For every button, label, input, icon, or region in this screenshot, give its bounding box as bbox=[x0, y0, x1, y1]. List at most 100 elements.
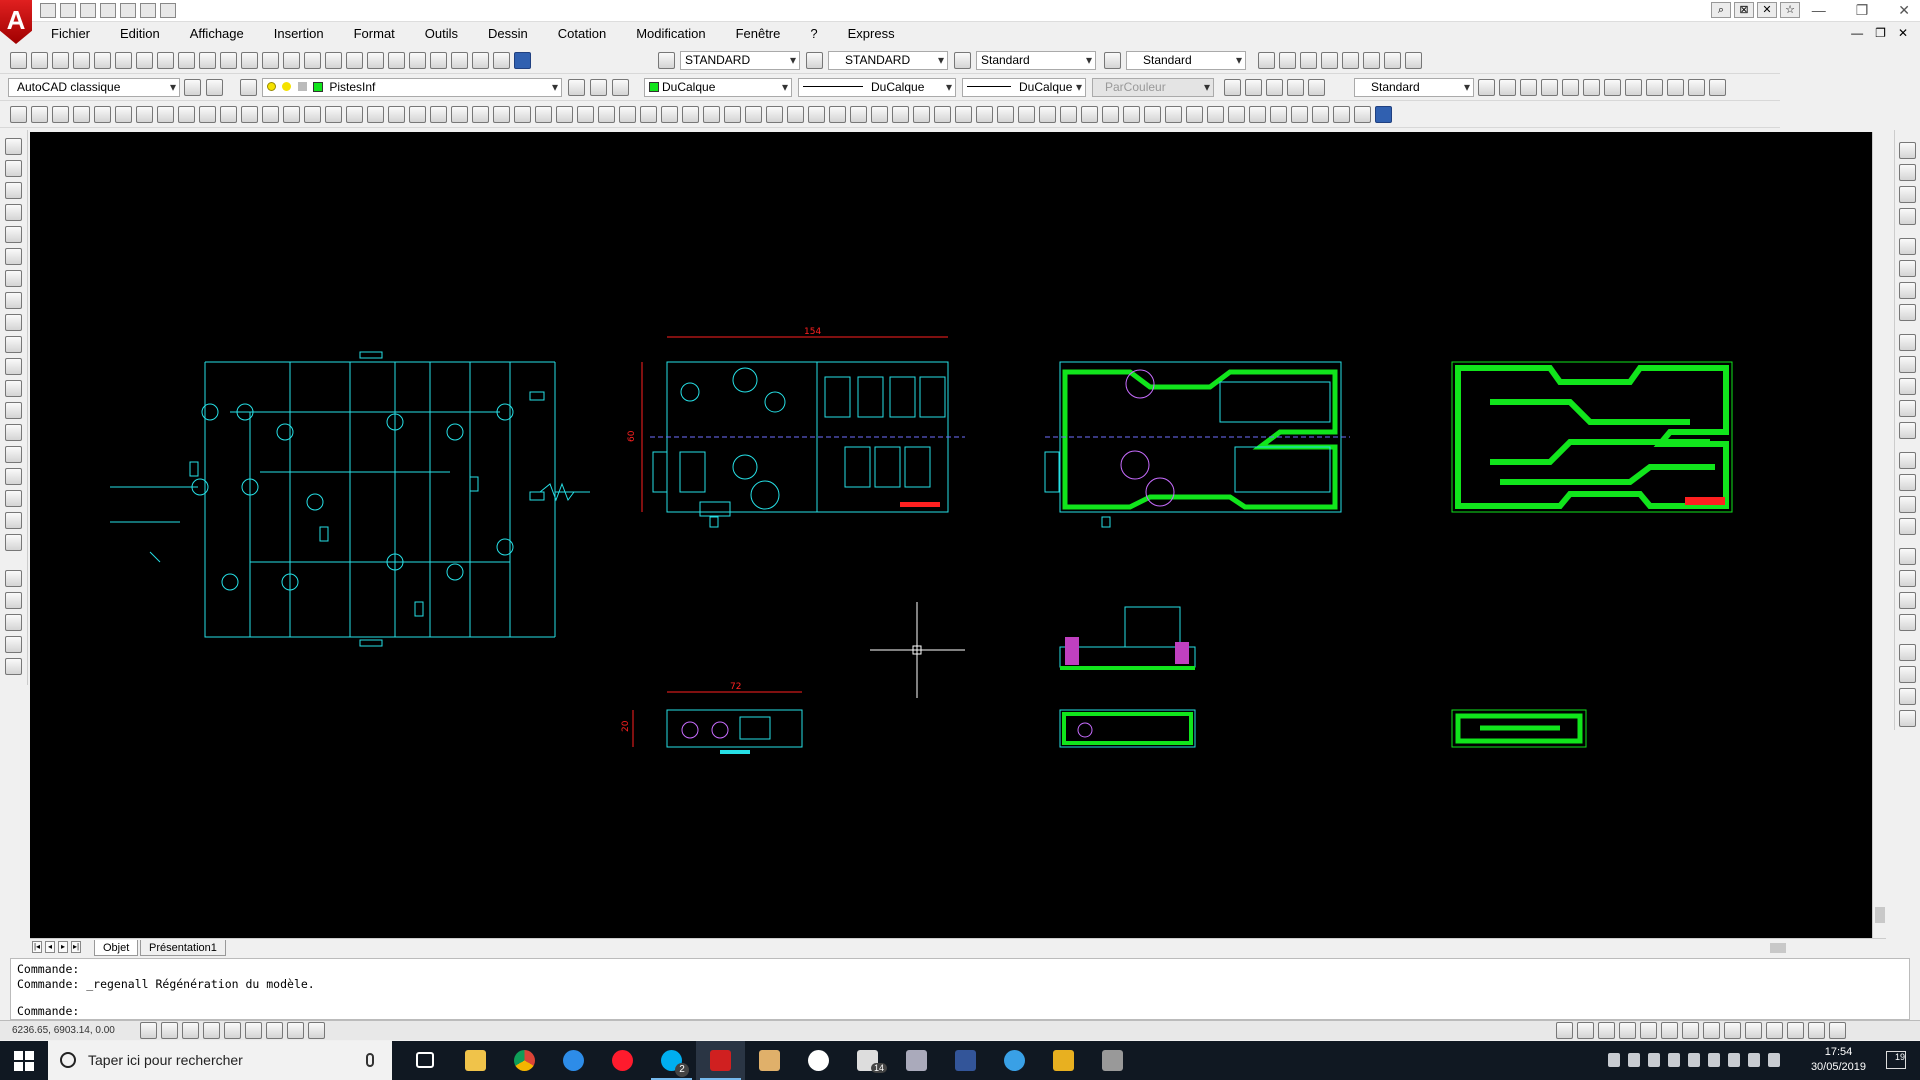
boundary-icon[interactable] bbox=[1312, 106, 1329, 123]
quick-view-icon[interactable] bbox=[1577, 1022, 1594, 1039]
zoom-window-icon[interactable] bbox=[346, 52, 363, 69]
redo-icon[interactable] bbox=[160, 3, 176, 18]
v-table-icon[interactable] bbox=[5, 512, 22, 529]
tray-app-icon[interactable] bbox=[1688, 1053, 1700, 1067]
restore-icon[interactable]: ❐ bbox=[1856, 2, 1869, 19]
table-icon[interactable] bbox=[1354, 106, 1371, 123]
cut-icon[interactable] bbox=[157, 52, 174, 69]
zoom-object-icon[interactable] bbox=[1144, 106, 1161, 123]
autocad-button[interactable] bbox=[696, 1041, 745, 1080]
v-polyline-icon[interactable] bbox=[5, 182, 22, 199]
radius-icon[interactable] bbox=[1245, 79, 1262, 96]
v-layer-2-icon[interactable] bbox=[5, 592, 22, 609]
text-icon[interactable] bbox=[703, 106, 720, 123]
minimize-icon[interactable]: — bbox=[1812, 2, 1826, 19]
convert-space-icon[interactable] bbox=[871, 106, 888, 123]
r-break-icon[interactable] bbox=[1899, 422, 1916, 439]
tab-presentation1[interactable]: Présentation1 bbox=[140, 940, 226, 956]
horizontal-scrollbar[interactable] bbox=[1280, 941, 1886, 955]
tool-palettes-icon[interactable] bbox=[430, 52, 447, 69]
menu-item-outils[interactable]: Outils bbox=[410, 24, 473, 44]
undo-tool-icon[interactable] bbox=[262, 52, 279, 69]
dim-arc-icon[interactable] bbox=[934, 106, 951, 123]
dim-angular-icon[interactable] bbox=[1039, 106, 1056, 123]
menu-item-edition[interactable]: Edition bbox=[105, 24, 175, 44]
r-dim-style-icon[interactable] bbox=[1899, 614, 1916, 631]
horizontal-scroll-thumb[interactable] bbox=[1770, 943, 1786, 953]
stretch-icon[interactable] bbox=[535, 106, 552, 123]
r-radius-icon[interactable] bbox=[1899, 238, 1916, 255]
dim-ordinate-icon[interactable] bbox=[955, 106, 972, 123]
style-manager-icon[interactable] bbox=[1478, 79, 1495, 96]
snap-none-icon[interactable] bbox=[325, 106, 342, 123]
region-icon[interactable] bbox=[1333, 106, 1350, 123]
feather-app-button[interactable] bbox=[794, 1041, 843, 1080]
v-ellipse-arc-icon[interactable] bbox=[5, 358, 22, 375]
menu-item-affichage[interactable]: Affichage bbox=[175, 24, 259, 44]
workspace-switch-icon[interactable] bbox=[1745, 1022, 1762, 1039]
scale-text-icon[interactable] bbox=[829, 106, 846, 123]
render-3-icon[interactable] bbox=[1541, 79, 1558, 96]
break-icon[interactable] bbox=[136, 106, 153, 123]
firefox-tray-icon[interactable] bbox=[1708, 1053, 1720, 1067]
fly-icon[interactable] bbox=[1667, 79, 1684, 96]
game-app-button[interactable] bbox=[892, 1041, 941, 1080]
vertical-scrollbar[interactable] bbox=[1872, 132, 1886, 938]
r-layout-3-icon[interactable] bbox=[1899, 688, 1916, 705]
visual-style-select[interactable]: Standard bbox=[1354, 78, 1474, 97]
model-icon[interactable] bbox=[1556, 1022, 1573, 1039]
v-xline-icon[interactable] bbox=[5, 160, 22, 177]
exchange-icon[interactable]: ✕ bbox=[1757, 2, 1777, 18]
battery-icon[interactable] bbox=[1728, 1053, 1740, 1067]
rotate-icon[interactable] bbox=[493, 106, 510, 123]
snap-parallel-icon[interactable] bbox=[241, 106, 258, 123]
properties-icon[interactable] bbox=[388, 52, 405, 69]
r-quick-icon[interactable] bbox=[1899, 334, 1916, 351]
menu-item-fichier[interactable]: Fichier bbox=[36, 24, 105, 44]
v-layer-5-icon[interactable] bbox=[5, 658, 22, 675]
task-view-button[interactable] bbox=[402, 1041, 451, 1080]
bluetooth-icon[interactable] bbox=[1648, 1053, 1660, 1067]
r-jogged-icon[interactable] bbox=[1899, 260, 1916, 277]
dim-radius-icon[interactable] bbox=[976, 106, 993, 123]
drawing-minimize-icon[interactable]: — bbox=[1851, 26, 1863, 40]
offset-icon[interactable] bbox=[430, 106, 447, 123]
skype-button[interactable]: 2 bbox=[647, 1041, 696, 1080]
tool-app-button[interactable] bbox=[1039, 1041, 1088, 1080]
layout-5-icon[interactable] bbox=[1405, 52, 1422, 69]
isolate-icon[interactable] bbox=[1808, 1022, 1825, 1039]
infocenter-icon[interactable]: ⊠ bbox=[1734, 2, 1754, 18]
new-icon[interactable] bbox=[40, 3, 56, 18]
zoom-realtime-icon[interactable] bbox=[325, 52, 342, 69]
favorites-icon[interactable]: ☆ bbox=[1780, 2, 1800, 18]
r-arc-length-icon[interactable] bbox=[1899, 186, 1916, 203]
save-icon[interactable] bbox=[80, 3, 96, 18]
search-icon[interactable]: ⌕ bbox=[1711, 2, 1731, 18]
lineweight-select[interactable]: DuCalque bbox=[962, 78, 1086, 97]
layer-manager-icon[interactable] bbox=[240, 79, 257, 96]
v-ellipse-icon[interactable] bbox=[5, 336, 22, 353]
object-snap-tracking-icon[interactable] bbox=[245, 1022, 262, 1039]
showmotion-icon[interactable] bbox=[1661, 1022, 1678, 1039]
v-polygon-icon[interactable] bbox=[5, 204, 22, 221]
r-space-icon[interactable] bbox=[1899, 400, 1916, 417]
autocad-logo-icon[interactable]: A bbox=[0, 0, 32, 44]
light-icon[interactable] bbox=[1604, 79, 1621, 96]
dim-jogged-icon[interactable] bbox=[997, 106, 1014, 123]
menu-item-format[interactable]: Format bbox=[339, 24, 410, 44]
hatch-icon[interactable] bbox=[1270, 106, 1287, 123]
r-dim-edit-icon[interactable] bbox=[1899, 548, 1916, 565]
osnap-settings-icon[interactable] bbox=[346, 106, 363, 123]
fillet-icon[interactable] bbox=[661, 106, 678, 123]
pan-status-icon[interactable] bbox=[1598, 1022, 1615, 1039]
r-dim-text-edit-icon[interactable] bbox=[1899, 570, 1916, 587]
dynamic-ucs-icon[interactable] bbox=[266, 1022, 283, 1039]
walk-icon[interactable] bbox=[1646, 79, 1663, 96]
volume-icon[interactable] bbox=[1768, 1053, 1780, 1067]
v-region-icon[interactable] bbox=[5, 490, 22, 507]
menu-item-help[interactable]: ? bbox=[795, 24, 832, 44]
mail-button[interactable]: 14 bbox=[843, 1041, 892, 1080]
new-file-icon[interactable] bbox=[10, 52, 27, 69]
extend-icon[interactable] bbox=[115, 106, 132, 123]
workspace-save-icon[interactable] bbox=[206, 79, 223, 96]
